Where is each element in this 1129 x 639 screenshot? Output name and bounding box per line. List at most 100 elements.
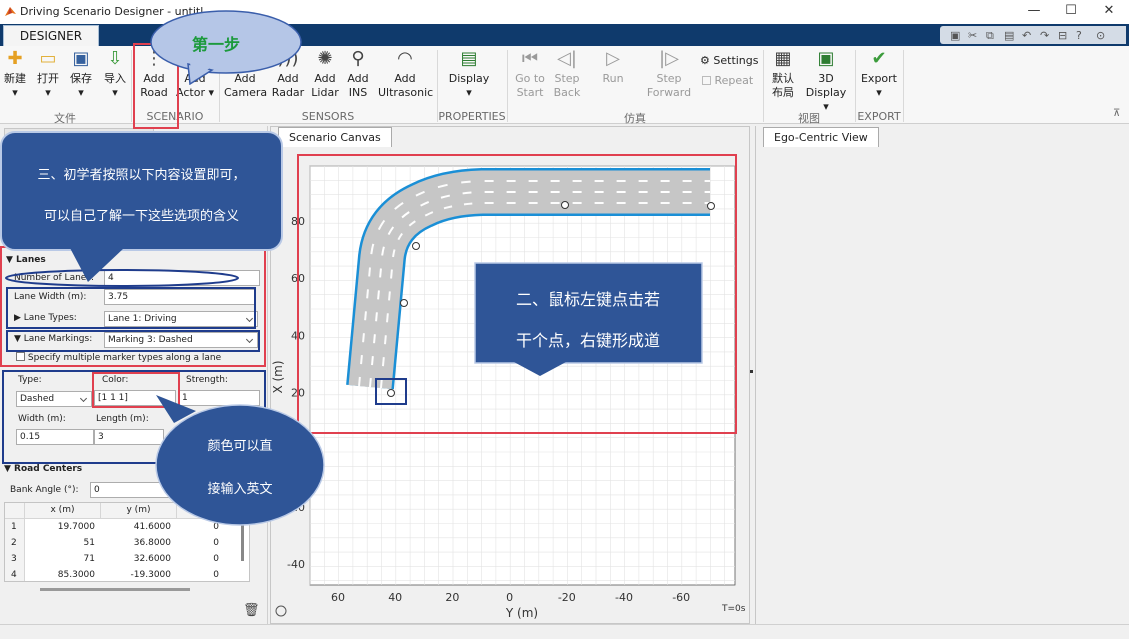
y-axis-label: X (m) [271, 360, 285, 393]
trash-icon[interactable]: 🗑 [243, 603, 260, 618]
table-header: x (m) [25, 503, 101, 519]
step2-text-line1: 二、鼠标左键点击若 [515, 290, 660, 309]
import-icon: ⇩ [107, 48, 123, 69]
collapse-ribbon-icon[interactable]: ⊼ [1113, 108, 1120, 119]
ins-icon: ⚲ [351, 48, 365, 69]
3d-display-icon: ▣ [817, 48, 835, 69]
open-button[interactable]: ▭ 打开 ▾ [34, 48, 62, 100]
step2-text-line2: 干个点，右键形成道 [515, 331, 660, 350]
save-icon[interactable]: ▣ [950, 29, 960, 42]
x-axis-ticks: 60 40 20 0 -20 -40 -60 [331, 591, 690, 604]
maximize-button[interactable]: ☐ [1061, 3, 1081, 18]
row-number: 3 [5, 551, 25, 567]
y-tick-label: -40 [287, 558, 305, 571]
lidar-icon: ✺ [317, 48, 333, 69]
default-layout-button[interactable]: ▦ 默认 布局 [768, 48, 798, 100]
paste-icon[interactable]: ▤ [1004, 29, 1014, 42]
save-button[interactable]: ▣ 保存 ▾ [67, 48, 95, 100]
run-button[interactable]: ▷ Run [597, 48, 629, 86]
step-back-icon: ◁| [557, 48, 577, 69]
x-tick-label: 60 [331, 591, 345, 604]
add-lidar-button[interactable]: ✺ Add Lidar [308, 48, 342, 100]
gear-icon: ⚙ [700, 54, 710, 67]
sim-time: T=0s [721, 604, 746, 614]
new-button[interactable]: ✚ 新建 ▾ [3, 48, 27, 100]
group-file: 文件 [54, 112, 76, 125]
add-ins-button[interactable]: ⚲ Add INS [344, 48, 372, 100]
color-text-line1: 颜色可以直 [207, 439, 273, 454]
checkbox-icon [702, 76, 711, 85]
tab-ego-centric-view[interactable]: Ego-Centric View [763, 127, 879, 147]
3d-display-button[interactable]: ▣ 3D Display ▾ [802, 48, 850, 114]
close-button[interactable]: ✕ [1099, 3, 1119, 18]
matlab-icon [5, 7, 16, 16]
bank-angle-label: Bank Angle (°): [10, 485, 79, 495]
row-number: 1 [5, 519, 25, 535]
display-icon: ▤ [460, 48, 478, 69]
default-layout-icon: ▦ [774, 48, 792, 69]
add-ultrasonic-button[interactable]: ◠ Add Ultrasonic [378, 48, 433, 100]
table-cell[interactable]: 19.7000 [25, 519, 101, 535]
step-back-button[interactable]: ◁| Step Back [551, 48, 583, 100]
undo-icon[interactable]: ↶ [1022, 29, 1031, 42]
settings-button[interactable]: ⚙ Settings [700, 54, 759, 67]
redo-icon[interactable]: ↷ [1040, 29, 1049, 42]
collapse-icon[interactable]: ⊙ [1096, 29, 1105, 42]
color-bubble [155, 395, 325, 526]
row-number: 4 [5, 567, 25, 581]
group-properties: PROPERTIES [438, 110, 506, 123]
x-tick-label: -60 [672, 591, 690, 604]
splitter-handle[interactable] [750, 370, 753, 373]
table-cell[interactable]: 0 [177, 567, 225, 581]
table-cell[interactable]: 71 [25, 551, 101, 567]
table-cell[interactable]: 85.3000 [25, 567, 101, 581]
group-separator [903, 50, 904, 122]
import-button[interactable]: ⇩ 导入 ▾ [101, 48, 129, 100]
cut-icon[interactable]: ✂ [968, 29, 977, 42]
go-to-start-button[interactable]: ⏮ Go to Start [513, 48, 547, 100]
minimize-button[interactable]: — [1024, 3, 1044, 18]
group-view: 视图 [798, 112, 820, 125]
x-tick-label: -40 [615, 591, 633, 604]
display-button[interactable]: ▤ Display ▾ [445, 48, 493, 100]
table-corner [5, 503, 25, 519]
gear-icon[interactable] [275, 605, 287, 617]
tab-designer[interactable]: DESIGNER [3, 25, 99, 47]
save-icon: ▣ [72, 48, 90, 69]
tab-scenario-canvas[interactable]: Scenario Canvas [278, 127, 392, 147]
step3-text-line2: 可以自己了解一下这些选项的含义 [43, 209, 239, 224]
table-hscrollbar[interactable] [40, 588, 190, 591]
group-export: EXPORT [857, 110, 901, 123]
export-button[interactable]: ✔ Export ▾ [860, 48, 898, 100]
road-centers-section-header[interactable]: ▼ Road Centers [4, 464, 82, 474]
lane-markings-highlight [6, 330, 260, 352]
go-to-start-icon: ⏮ [521, 48, 539, 69]
table-cell[interactable]: -19.3000 [101, 567, 177, 581]
table-cell[interactable]: 0 [177, 551, 225, 567]
step2-bubble [474, 262, 703, 376]
status-bar [0, 624, 1129, 639]
step-forward-icon: |▷ [659, 48, 679, 69]
ego-centric-view-panel [755, 126, 1129, 624]
step3-text-line1: 三、初学者按照以下内容设置即可， [37, 168, 246, 183]
table-cell[interactable]: 0 [177, 535, 225, 551]
color-text-line2: 接输入英文 [207, 482, 273, 497]
repeat-checkbox[interactable]: Repeat [702, 74, 753, 87]
open-icon: ▭ [39, 48, 57, 69]
table-cell[interactable]: 32.6000 [101, 551, 177, 567]
group-sensors: SENSORS [301, 110, 355, 123]
help-icon[interactable]: ? [1076, 29, 1082, 42]
group-simulate: 仿真 [624, 112, 646, 125]
copy-icon[interactable]: ⧉ [986, 29, 994, 43]
table-scrollbar[interactable] [241, 521, 244, 561]
lane-width-types-highlight [6, 287, 256, 329]
table-cell[interactable]: 51 [25, 535, 101, 551]
x-tick-label: 20 [445, 591, 459, 604]
checkmark-icon: ✔ [871, 48, 887, 69]
table-cell[interactable]: 36.8000 [101, 535, 177, 551]
step-forward-button[interactable]: |▷ Step Forward [646, 48, 692, 100]
x-axis-label: Y (m) [505, 606, 538, 620]
x-tick-label: 40 [388, 591, 402, 604]
switch-window-icon[interactable]: ⊟ [1058, 29, 1067, 42]
ultrasonic-icon: ◠ [397, 48, 413, 69]
